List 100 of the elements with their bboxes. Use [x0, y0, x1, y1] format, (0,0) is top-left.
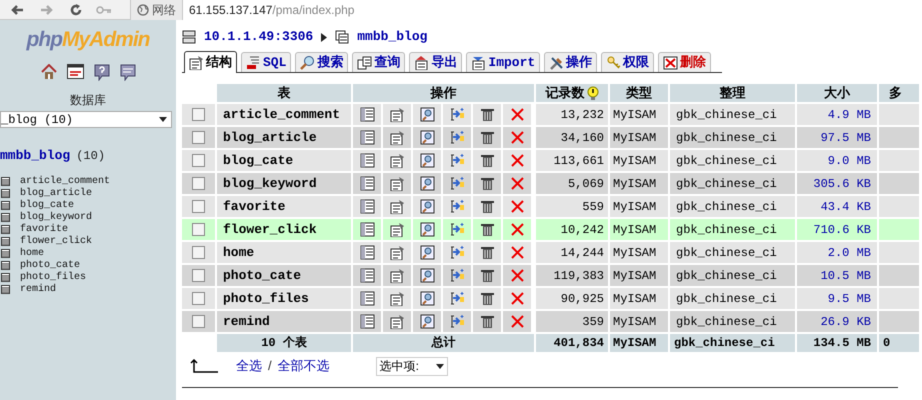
search-icon[interactable] — [420, 222, 434, 237]
table-name-link[interactable]: article_comment — [217, 104, 351, 125]
database-name-link[interactable]: mmbb_blog — [0, 146, 70, 166]
trash-icon[interactable] — [480, 291, 494, 306]
table-icon[interactable] — [1, 177, 10, 186]
table-link[interactable]: home — [20, 248, 44, 260]
table-link[interactable]: article_comment — [20, 176, 110, 188]
reload-icon[interactable] — [70, 4, 82, 16]
database-select[interactable]: _blog (10) — [0, 111, 172, 128]
table-name-link[interactable]: flower_click — [217, 219, 351, 240]
checkbox[interactable] — [192, 131, 205, 144]
size-link[interactable]: 305.6 KB — [797, 173, 877, 194]
trash-icon[interactable] — [480, 222, 494, 237]
address-field[interactable]: 61.155.137.147/pma/index.php — [182, 0, 922, 20]
database-link[interactable]: mmbb_blog — [357, 27, 428, 47]
checkbox[interactable] — [192, 246, 205, 259]
column-header[interactable]: 大小 — [797, 84, 877, 102]
structure-icon[interactable] — [390, 291, 404, 306]
size-link[interactable]: 9.5 MB — [797, 288, 877, 309]
column-header[interactable]: 多 — [879, 84, 919, 102]
trash-icon[interactable] — [480, 153, 494, 168]
tab[interactable]: 权限 — [601, 52, 654, 72]
drop-icon[interactable] — [510, 268, 524, 283]
table-icon[interactable] — [1, 273, 10, 282]
search-icon[interactable] — [420, 291, 434, 306]
trash-icon[interactable] — [480, 314, 494, 329]
checkbox[interactable] — [192, 177, 205, 190]
table-icon[interactable] — [1, 261, 10, 270]
size-link[interactable]: 4.9 MB — [797, 104, 877, 125]
trash-icon[interactable] — [480, 130, 494, 145]
with-selected-select[interactable]: 选中项: — [376, 356, 448, 376]
drop-icon[interactable] — [510, 314, 524, 329]
tab[interactable]: 导出 — [409, 52, 462, 72]
table-link[interactable]: blog_keyword — [20, 212, 92, 224]
back-arrow-icon[interactable] — [10, 4, 24, 16]
size-link[interactable]: 43.4 KB — [797, 196, 877, 217]
insert-icon[interactable] — [450, 222, 464, 237]
search-icon[interactable] — [420, 153, 434, 168]
table-icon[interactable] — [1, 189, 10, 198]
deselect-all-link[interactable]: 全部不选 — [278, 356, 330, 376]
column-header[interactable]: 类型 — [610, 84, 668, 102]
table-link[interactable]: blog_cate — [20, 200, 74, 212]
insert-icon[interactable] — [450, 314, 464, 329]
tab[interactable]: 操作 — [544, 52, 598, 72]
checkbox[interactable] — [192, 108, 205, 121]
column-header[interactable]: 表 — [217, 84, 351, 102]
size-link[interactable]: 26.9 KB — [797, 311, 877, 332]
table-icon[interactable] — [1, 249, 10, 258]
search-icon[interactable] — [420, 130, 434, 145]
trash-icon[interactable] — [480, 245, 494, 260]
insert-icon[interactable] — [450, 130, 464, 145]
table-icon[interactable] — [1, 213, 10, 222]
browse-icon[interactable] — [360, 291, 374, 306]
insert-icon[interactable] — [450, 268, 464, 283]
structure-icon[interactable] — [390, 107, 404, 122]
browse-icon[interactable] — [360, 130, 374, 145]
checkbox[interactable] — [192, 269, 205, 282]
table-link[interactable]: favorite — [20, 224, 68, 236]
select-all-link[interactable]: 全选 — [236, 356, 262, 376]
table-link[interactable]: photo_files — [20, 272, 86, 284]
checkbox[interactable] — [192, 315, 205, 328]
checkbox[interactable] — [192, 223, 205, 236]
search-icon[interactable] — [420, 268, 434, 283]
table-icon[interactable] — [1, 285, 10, 294]
table-name-link[interactable]: blog_cate — [217, 150, 351, 171]
drop-icon[interactable] — [510, 245, 524, 260]
server-link[interactable]: 10.1.1.49:3306 — [204, 27, 314, 47]
sql-help-icon[interactable] — [120, 64, 136, 81]
browse-icon[interactable] — [360, 107, 374, 122]
search-icon[interactable] — [420, 176, 434, 191]
table-link[interactable]: photo_cate — [20, 260, 80, 272]
size-link[interactable]: 710.6 KB — [797, 219, 877, 240]
tab[interactable]: 搜索 — [295, 52, 348, 72]
structure-icon[interactable] — [390, 268, 404, 283]
browse-icon[interactable] — [360, 176, 374, 191]
table-name-link[interactable]: photo_cate — [217, 265, 351, 286]
search-icon[interactable] — [420, 199, 434, 214]
table-name-link[interactable]: home — [217, 242, 351, 263]
search-icon[interactable] — [420, 107, 434, 122]
insert-icon[interactable] — [450, 176, 464, 191]
column-header[interactable]: 整理 — [670, 84, 795, 102]
tab[interactable]: 查询 — [352, 52, 406, 72]
structure-icon[interactable] — [390, 314, 404, 329]
drop-icon[interactable] — [510, 291, 524, 306]
search-icon[interactable] — [420, 314, 434, 329]
insert-icon[interactable] — [450, 153, 464, 168]
tab[interactable]: 删除 — [658, 52, 712, 72]
trash-icon[interactable] — [480, 199, 494, 214]
tab[interactable]: Import — [466, 52, 540, 72]
table-name-link[interactable]: favorite — [217, 196, 351, 217]
table-name-link[interactable]: blog_article — [217, 127, 351, 148]
drop-icon[interactable] — [510, 222, 524, 237]
trash-icon[interactable] — [480, 176, 494, 191]
browse-icon[interactable] — [360, 245, 374, 260]
table-name-link[interactable]: blog_keyword — [217, 173, 351, 194]
checkbox[interactable] — [192, 292, 205, 305]
drop-icon[interactable] — [510, 107, 524, 122]
structure-icon[interactable] — [390, 130, 404, 145]
structure-icon[interactable] — [390, 222, 404, 237]
trash-icon[interactable] — [480, 107, 494, 122]
